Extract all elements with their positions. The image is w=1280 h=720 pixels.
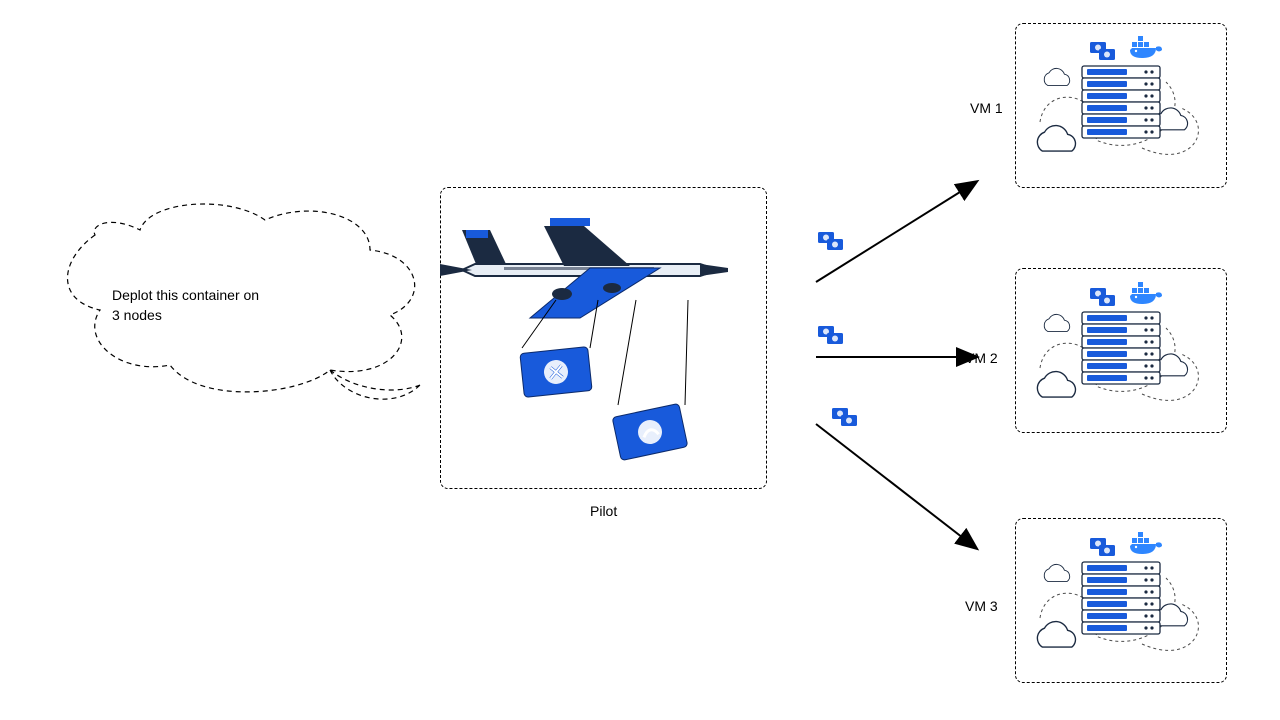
vm-box-1 — [1015, 23, 1227, 188]
vm-box-2 — [1015, 268, 1227, 433]
speech-line2: 3 nodes — [112, 307, 162, 323]
vm3-label: VM 3 — [965, 598, 998, 614]
container-icon — [832, 408, 857, 426]
container-icon — [818, 232, 843, 250]
vm-box-3 — [1015, 518, 1227, 683]
speech-line1: Deplot this container on — [112, 287, 259, 303]
pilot-label: Pilot — [590, 503, 617, 519]
speech-text: Deplot this container on 3 nodes — [112, 285, 259, 326]
pilot-box — [440, 187, 767, 489]
container-icon — [818, 326, 843, 344]
vm1-label: VM 1 — [970, 100, 1003, 116]
vm2-label: VM 2 — [965, 350, 998, 366]
